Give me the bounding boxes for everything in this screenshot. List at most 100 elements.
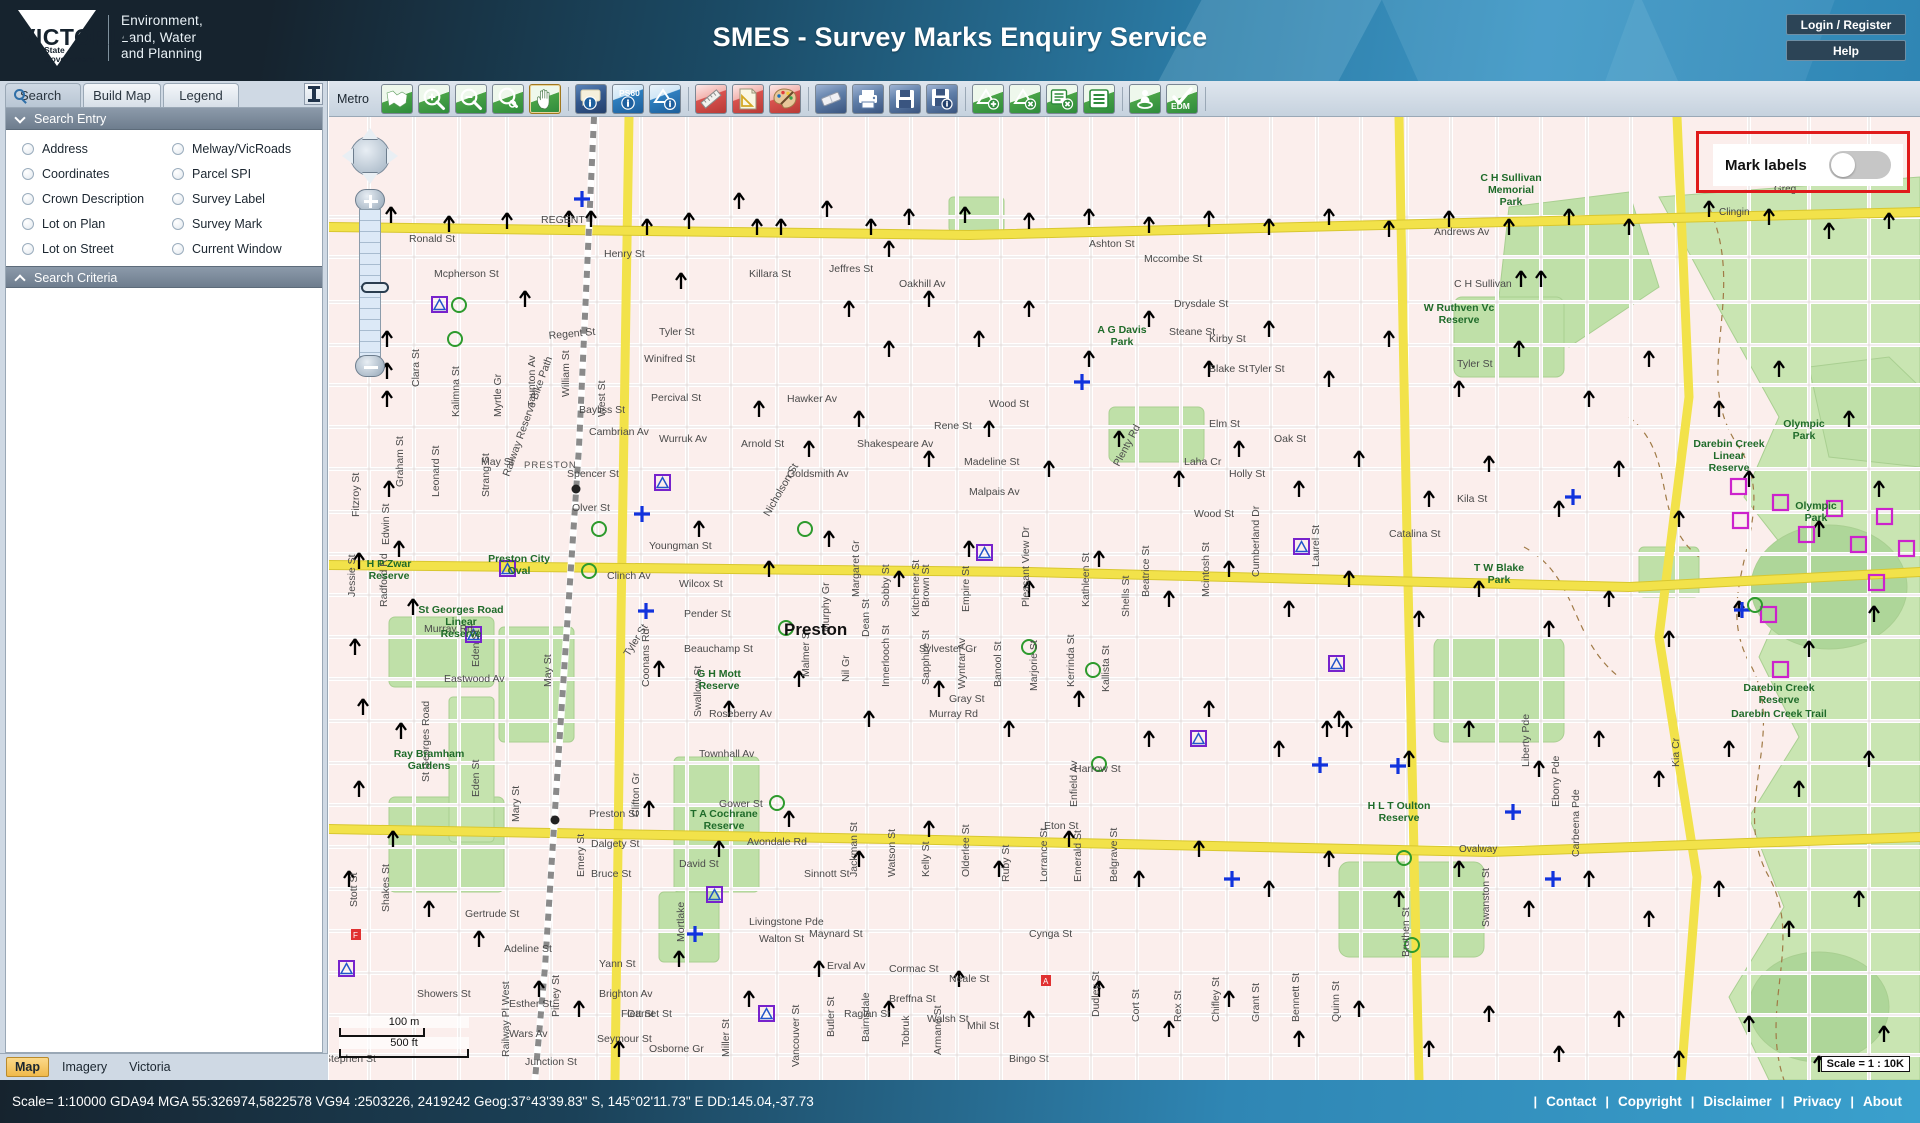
tab-legend-label: Legend xyxy=(179,88,223,103)
svg-text:Leonard St: Leonard St xyxy=(430,446,442,497)
svg-text:Gertrude St: Gertrude St xyxy=(465,908,519,920)
svg-text:Jeffres St: Jeffres St xyxy=(829,263,873,275)
draw-tool[interactable] xyxy=(768,83,801,114)
tab-build-map[interactable]: Build Map xyxy=(83,83,161,107)
mark-labels-control[interactable]: Mark labels xyxy=(1713,144,1903,186)
svg-text:Henry St: Henry St xyxy=(604,248,645,260)
pin-panel-button[interactable] xyxy=(304,83,323,105)
help-button[interactable]: Help xyxy=(1786,40,1906,61)
erase-tool[interactable] xyxy=(814,83,847,114)
pan-pad[interactable] xyxy=(341,127,399,185)
add-mark-tool[interactable] xyxy=(971,83,1004,114)
footer-link-disclaimer[interactable]: Disclaimer xyxy=(1703,1094,1771,1109)
remove-mark-tool[interactable] xyxy=(1008,83,1041,114)
show-list-tool[interactable] xyxy=(1082,83,1115,114)
save-tool[interactable] xyxy=(888,83,921,114)
pan-right-button[interactable] xyxy=(387,148,398,164)
svg-text:David St: David St xyxy=(679,858,719,870)
radio-crown-description[interactable]: Crown Description xyxy=(22,192,172,206)
radio-icon xyxy=(22,193,34,205)
svg-text:Youngman St: Youngman St xyxy=(649,540,712,552)
clear-list-tool[interactable] xyxy=(1045,83,1078,114)
save-info-tool[interactable] xyxy=(925,83,958,114)
footer-link-privacy[interactable]: Privacy xyxy=(1793,1094,1841,1109)
radio-lot-on-street[interactable]: Lot on Street xyxy=(22,242,172,256)
zoom-in-button[interactable] xyxy=(355,189,385,211)
footer-separator: | xyxy=(1850,1094,1855,1109)
search-entry-header[interactable]: Search Entry xyxy=(6,108,322,130)
radio-crown-description-label: Crown Description xyxy=(42,192,145,206)
map-canvas[interactable]: F A REGENT Regent St Tyler St Winifred S… xyxy=(329,117,1920,1080)
metro-extent-tool[interactable] xyxy=(380,83,413,114)
radio-current-window[interactable]: Current Window xyxy=(172,242,322,256)
login-register-button[interactable]: Login / Register xyxy=(1786,14,1906,35)
svg-text:Kia Cr: Kia Cr xyxy=(1670,737,1682,767)
chevron-up-icon xyxy=(14,274,26,286)
measure-distance-tool[interactable] xyxy=(694,83,727,114)
street-label: REGENT xyxy=(541,214,585,226)
footer-link-contact[interactable]: Contact xyxy=(1546,1094,1596,1109)
svg-text:Reserve: Reserve xyxy=(1379,812,1420,824)
scalebar-metric: 100 m xyxy=(339,1016,469,1028)
svg-text:Park: Park xyxy=(1805,512,1828,524)
svg-text:Rex St: Rex St xyxy=(1172,990,1184,1022)
basemap-layer-tabs: Map Imagery Victoria xyxy=(0,1053,328,1080)
zoom-out-tool[interactable] xyxy=(454,83,487,114)
mark-labels-switch[interactable] xyxy=(1829,151,1891,179)
svg-text:Clifton Gr: Clifton Gr xyxy=(630,772,642,817)
footer-link-about[interactable]: About xyxy=(1863,1094,1902,1109)
tab-legend[interactable]: Legend xyxy=(163,83,239,107)
radio-coordinates[interactable]: Coordinates xyxy=(22,167,172,181)
svg-text:Reserve: Reserve xyxy=(441,628,482,640)
tab-build-map-label: Build Map xyxy=(93,88,151,103)
svg-text:Clara St: Clara St xyxy=(410,349,422,387)
map-navigation-widget[interactable] xyxy=(341,127,399,377)
svg-text:Wyntrar Av: Wyntrar Av xyxy=(956,637,968,689)
ps60-info-tool[interactable]: PS60 xyxy=(611,83,644,114)
svg-text:Cormac St: Cormac St xyxy=(889,963,939,975)
svg-text:Bruthen St: Bruthen St xyxy=(1400,907,1412,957)
svg-text:Park: Park xyxy=(1500,196,1523,208)
svg-text:Townhall Av: Townhall Av xyxy=(699,748,755,760)
measure-area-tool[interactable] xyxy=(731,83,764,114)
footer-link-copyright[interactable]: Copyright xyxy=(1618,1094,1682,1109)
zoom-previous-tool[interactable] xyxy=(491,83,524,114)
radio-survey-mark[interactable]: Survey Mark xyxy=(172,217,322,231)
pan-left-button[interactable] xyxy=(342,148,353,164)
zoom-slider[interactable] xyxy=(355,189,389,377)
svg-text:Kerrinda St: Kerrinda St xyxy=(1065,634,1077,687)
identify-tool[interactable] xyxy=(574,83,607,114)
zoom-out-button[interactable] xyxy=(355,355,385,377)
svg-text:Memorial: Memorial xyxy=(1488,184,1534,196)
print-tool[interactable] xyxy=(851,83,884,114)
edm-tool[interactable]: EDM xyxy=(1165,83,1198,114)
mark-report-tool[interactable] xyxy=(1128,83,1161,114)
zoom-in-tool[interactable] xyxy=(417,83,450,114)
pan-tool[interactable] xyxy=(528,83,561,114)
status-text: Scale= 1:10000 GDA94 MGA 55:326974,58225… xyxy=(12,1094,814,1109)
pan-up-button[interactable] xyxy=(362,128,378,139)
zoom-slider-track[interactable] xyxy=(359,209,389,357)
toolbar-separator xyxy=(807,86,809,111)
mark-info-tool[interactable] xyxy=(648,83,681,114)
svg-text:Wurruk Av: Wurruk Av xyxy=(659,433,708,445)
layer-tab-victoria[interactable]: Victoria xyxy=(120,1057,179,1077)
svg-text:Fitzroy St: Fitzroy St xyxy=(350,473,362,517)
zoom-slider-handle[interactable] xyxy=(361,282,389,293)
svg-text:Pitney St: Pitney St xyxy=(550,975,562,1017)
radio-address[interactable]: Address xyxy=(22,142,172,156)
svg-text:Reserve: Reserve xyxy=(1709,462,1750,474)
layer-tab-imagery[interactable]: Imagery xyxy=(53,1057,116,1077)
layer-tab-map[interactable]: Map xyxy=(6,1057,49,1077)
radio-parcel-spi[interactable]: Parcel SPI xyxy=(172,167,322,181)
tab-search[interactable]: Search xyxy=(5,83,81,107)
radio-current-window-label: Current Window xyxy=(192,242,282,256)
radio-melway-vicroads[interactable]: Melway/VicRoads xyxy=(172,142,322,156)
pan-down-button[interactable] xyxy=(362,173,378,184)
header-facet xyxy=(1158,0,1382,81)
radio-lot-on-plan[interactable]: Lot on Plan xyxy=(22,217,172,231)
search-criteria-header[interactable]: Search Criteria xyxy=(6,266,322,288)
svg-text:Seymour St: Seymour St xyxy=(597,1033,652,1045)
svg-text:Eastwood Av: Eastwood Av xyxy=(444,673,505,685)
radio-survey-label[interactable]: Survey Label xyxy=(172,192,322,206)
